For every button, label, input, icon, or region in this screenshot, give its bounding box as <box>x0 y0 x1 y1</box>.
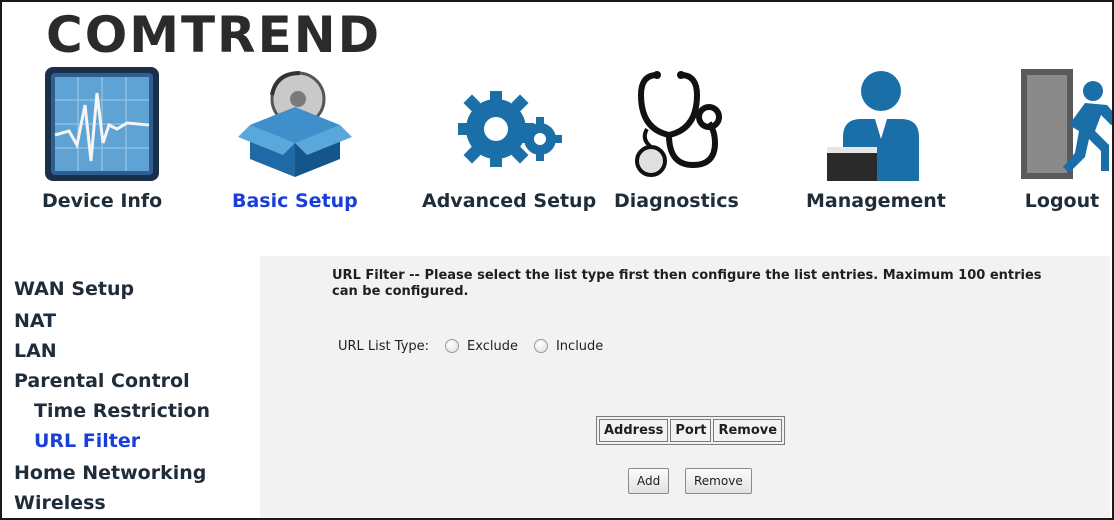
nav-logout[interactable]: Logout <box>1002 64 1112 224</box>
router-admin-window: COMTREND Device Info Basic Setup Advance… <box>0 0 1114 520</box>
nav-label: Basic Setup <box>232 190 358 212</box>
include-radio[interactable] <box>533 339 548 353</box>
main-content: URL Filter -- Please select the list typ… <box>260 256 1110 518</box>
monitor-chart-icon <box>42 64 162 184</box>
stethoscope-icon <box>616 64 736 184</box>
sidebar-item-nat[interactable]: NAT <box>14 310 56 332</box>
nav-label: Advanced Setup <box>422 190 597 212</box>
user-admin-icon <box>816 64 936 184</box>
sidebar: WAN Setup NAT LAN Parental Control Time … <box>2 258 258 518</box>
box-disc-icon <box>235 64 355 184</box>
sidebar-item-wireless[interactable]: Wireless <box>14 492 106 514</box>
page-description: URL Filter -- Please select the list typ… <box>332 268 1042 299</box>
nav-diagnostics[interactable]: Diagnostics <box>614 64 739 224</box>
include-label[interactable]: Include <box>556 339 603 354</box>
nav-basic-setup[interactable]: Basic Setup <box>232 64 358 224</box>
url-list-type-group: URL List Type: Exclude Include <box>338 336 603 356</box>
sidebar-item-home-networking[interactable]: Home Networking <box>14 462 206 484</box>
nav-management[interactable]: Management <box>806 64 946 224</box>
exclude-label[interactable]: Exclude <box>467 339 518 354</box>
exclude-radio[interactable] <box>445 339 460 353</box>
column-header-address: Address <box>599 419 669 442</box>
nav-advanced-setup[interactable]: Advanced Setup <box>422 64 596 224</box>
nav-device-info[interactable]: Device Info <box>42 64 162 224</box>
column-header-port: Port <box>670 419 712 442</box>
exit-runner-icon <box>1002 64 1112 184</box>
nav-label: Diagnostics <box>614 190 739 212</box>
table-header-row: Address Port Remove <box>599 419 783 442</box>
sidebar-item-time-restriction[interactable]: Time Restriction <box>34 400 210 422</box>
add-button[interactable]: Add <box>628 468 670 494</box>
sidebar-item-parental-control[interactable]: Parental Control <box>14 370 190 392</box>
url-list-type-label: URL List Type: <box>338 338 430 354</box>
nav-label: Device Info <box>42 190 163 212</box>
comtrend-logo: COMTREND <box>46 6 382 64</box>
nav-label: Logout <box>1024 190 1100 212</box>
nav-label: Management <box>806 190 946 212</box>
url-filter-table: Address Port Remove <box>596 416 786 445</box>
gears-icon <box>449 64 569 184</box>
sidebar-item-wan-setup[interactable]: WAN Setup <box>14 278 134 300</box>
remove-button[interactable]: Remove <box>685 468 752 494</box>
column-header-remove: Remove <box>713 419 783 442</box>
sidebar-item-url-filter[interactable]: URL Filter <box>34 430 140 452</box>
sidebar-item-lan[interactable]: LAN <box>14 340 57 362</box>
